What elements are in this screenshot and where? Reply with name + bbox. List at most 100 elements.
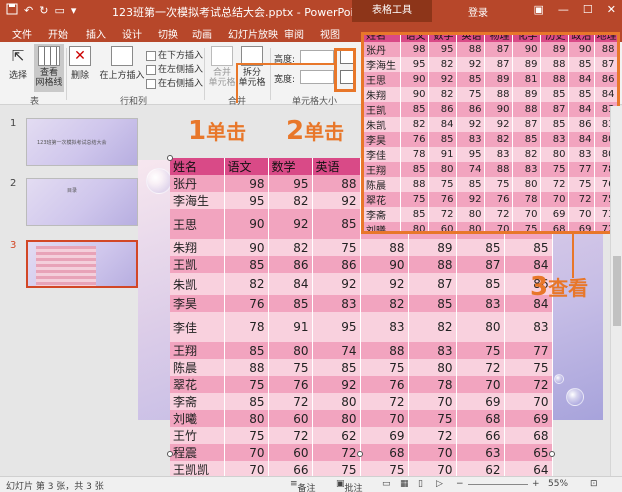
table-cell[interactable]: 69	[540, 207, 569, 222]
table-cell[interactable]: 84	[268, 273, 313, 295]
table-cell[interactable]: 70	[512, 207, 541, 222]
table-cell[interactable]: 82	[408, 312, 457, 342]
table-cell[interactable]: 朱凯	[170, 273, 225, 295]
view-gridlines-button[interactable]: 查看 网格线	[34, 44, 64, 92]
table-cell[interactable]: 85	[400, 102, 429, 117]
table-cell[interactable]: 88	[360, 239, 409, 256]
table-cell[interactable]: 62	[312, 427, 361, 444]
table-cell[interactable]: 83	[568, 147, 595, 162]
tab-review[interactable]: 审阅	[284, 26, 304, 41]
table-cell[interactable]: 80	[224, 410, 269, 427]
comments-button[interactable]: ▣ 批注	[336, 479, 363, 492]
table-cell[interactable]: 85	[268, 295, 313, 312]
table-cell[interactable]: 82	[268, 239, 313, 256]
table-cell[interactable]: 85	[428, 132, 457, 147]
header-cell[interactable]: 化学	[512, 35, 541, 42]
ribbon-display-icon[interactable]: ▣	[534, 3, 544, 16]
table-cell[interactable]: 88	[540, 72, 569, 87]
table-cell[interactable]: 87	[540, 102, 569, 117]
table-cell[interactable]: 80	[400, 222, 429, 231]
table-cell[interactable]: 76	[400, 132, 429, 147]
table-cell[interactable]: 85	[568, 57, 595, 72]
tab-file[interactable]: 文件	[12, 26, 32, 41]
table-cell[interactable]: 92	[428, 72, 457, 87]
table-cell[interactable]: 80	[268, 342, 313, 359]
table-cell[interactable]: 朱凯	[364, 117, 401, 132]
table-cell[interactable]: 90	[400, 87, 429, 102]
table-cell[interactable]: 72	[408, 427, 457, 444]
table-cell[interactable]: 李佳	[170, 312, 225, 342]
table-cell[interactable]: 85	[312, 209, 361, 239]
table-cell[interactable]: 82	[224, 273, 269, 295]
table-cell[interactable]: 88	[360, 342, 409, 359]
header-cell[interactable]: 数学	[428, 35, 457, 42]
table-cell[interactable]: 70	[504, 393, 553, 410]
table-cell[interactable]: 87	[594, 57, 617, 72]
table-cell[interactable]: 85	[456, 239, 505, 256]
tab-transitions[interactable]: 切换	[158, 26, 178, 41]
table-cell[interactable]: 李昊	[170, 295, 225, 312]
table-cell[interactable]: 85	[540, 87, 569, 102]
table-cell[interactable]: 66	[456, 427, 505, 444]
table-cell[interactable]: 76	[268, 376, 313, 393]
table-cell[interactable]: 83	[312, 295, 361, 312]
slide-thumbnail-3[interactable]	[26, 240, 138, 288]
table-cell[interactable]: 83	[456, 132, 485, 147]
table-cell[interactable]: 85	[408, 295, 457, 312]
table-cell[interactable]: 王思	[364, 72, 401, 87]
table-cell[interactable]: 82	[512, 147, 541, 162]
header-cell[interactable]: 语文	[224, 158, 269, 175]
table-cell[interactable]: 70	[484, 222, 513, 231]
tab-animations[interactable]: 动画	[192, 26, 212, 41]
table-cell[interactable]: 80	[408, 359, 457, 376]
table-cell[interactable]: 92	[456, 192, 485, 207]
table-cell[interactable]: 83	[484, 147, 513, 162]
table-cell[interactable]: 朱翔	[170, 239, 225, 256]
table-cell[interactable]: 75	[400, 192, 429, 207]
selection-handle[interactable]	[549, 451, 555, 457]
table-cell[interactable]: 75	[504, 359, 553, 376]
table-cell[interactable]: 88	[484, 162, 513, 177]
merge-cells-button[interactable]: 合并 单元格	[208, 46, 236, 88]
table-cell[interactable]: 刘曦	[170, 410, 225, 427]
table-cell[interactable]: 85	[400, 162, 429, 177]
table-cell[interactable]: 70	[540, 192, 569, 207]
insert-below-button[interactable]: 在下方插入	[146, 48, 203, 61]
tab-view[interactable]: 视图	[320, 26, 340, 41]
table-cell[interactable]: 87	[456, 256, 505, 273]
zoom-out-icon[interactable]: −	[456, 479, 464, 489]
reading-view-icon[interactable]: ▯	[418, 479, 423, 489]
table-cell[interactable]: 王竹	[170, 427, 225, 444]
header-cell[interactable]: 英语	[312, 158, 361, 175]
table-cell[interactable]: 84	[568, 102, 595, 117]
table-cell[interactable]: 85	[456, 72, 485, 87]
table-cell[interactable]: 69	[360, 427, 409, 444]
table-cell[interactable]: 69	[456, 393, 505, 410]
table-cell[interactable]: 68	[540, 222, 569, 231]
table-cell[interactable]: 80	[456, 312, 505, 342]
table-cell[interactable]: 75	[268, 359, 313, 376]
table-cell[interactable]: 68	[504, 427, 553, 444]
insert-above-button[interactable]: 在上方插入	[98, 46, 146, 81]
table-cell[interactable]: 72	[268, 393, 313, 410]
table-cell[interactable]: 75	[312, 239, 361, 256]
table-cell[interactable]: 84	[568, 72, 595, 87]
table-cell[interactable]: 85	[456, 273, 505, 295]
table-cell[interactable]: 76	[428, 192, 457, 207]
table-cell[interactable]: 77	[504, 342, 553, 359]
table-cell[interactable]: 84	[504, 256, 553, 273]
table-cell[interactable]: 王凯	[170, 256, 225, 273]
notes-button[interactable]: ≡ 备注	[290, 479, 316, 492]
table-cell[interactable]: 90	[224, 209, 269, 239]
save-icon[interactable]	[6, 3, 18, 18]
table-cell[interactable]: 85	[400, 207, 429, 222]
table-cell[interactable]: 95	[400, 57, 429, 72]
table-cell[interactable]: 89	[512, 87, 541, 102]
table-cell[interactable]: 82	[400, 117, 429, 132]
table-cell[interactable]: 82	[428, 57, 457, 72]
table-cell[interactable]: 68	[456, 410, 505, 427]
table-cell[interactable]: 60	[268, 410, 313, 427]
table-cell[interactable]: 72	[540, 177, 569, 192]
table-cell[interactable]: 76	[484, 192, 513, 207]
table-cell[interactable]: 84	[568, 132, 595, 147]
